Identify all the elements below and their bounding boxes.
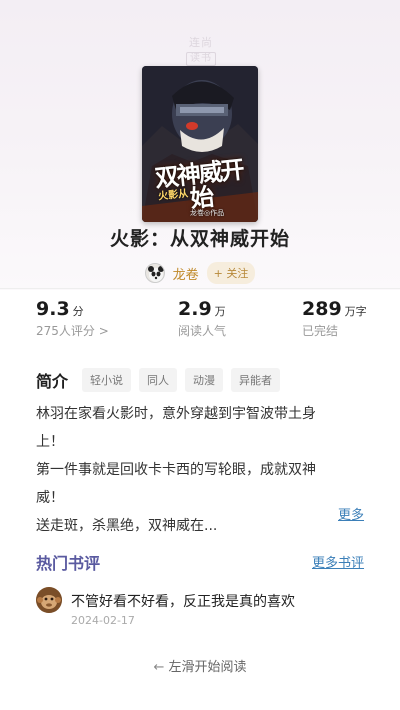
review-text[interactable]: 不管好看不好看，反正我是真的喜欢 [71, 591, 295, 611]
book-title: 火影：从双神威开始 [109, 228, 290, 250]
status-label: 已完结 [302, 324, 339, 338]
reads-stat: 2.9 万 阅读人气 [178, 298, 226, 339]
reviewer-avatar[interactable] [36, 587, 62, 613]
author-row: 龙卷 + 关注 [0, 262, 400, 284]
tag[interactable]: 同人 [139, 368, 177, 392]
panda-icon [147, 266, 164, 282]
intro-line: 林羽在家看火影时，意外穿越到宇智波带土身 [36, 406, 316, 422]
arrow-left-icon: ← [153, 660, 165, 675]
book-cover[interactable]: 双神威开始 火影从 龙卷◎作品 [142, 66, 258, 222]
reads-label: 阅读人气 [178, 324, 227, 338]
rating-count-label: 275人评分 > [36, 324, 109, 338]
intro-line: 上！ [36, 434, 64, 450]
tag-list: 轻小说 同人 动漫 异能者 [82, 368, 280, 392]
intro-line: 送走斑，杀黑绝，双神威在... [36, 518, 218, 534]
rating-value: 9.3 [36, 298, 70, 320]
review-date: 2024-02-17 [71, 614, 135, 627]
more-reviews-link[interactable]: 更多书评 [312, 552, 364, 571]
words-stat: 289 万字 已完结 [302, 298, 367, 339]
tag[interactable]: 动漫 [185, 368, 223, 392]
watermark-line2: 读书 [186, 52, 216, 66]
intro-line: 威！ [36, 490, 64, 506]
watermark-line1: 连尚 [189, 36, 213, 49]
monkey-avatar-icon [36, 587, 62, 613]
cover-author-art: 龙卷◎作品 [190, 209, 225, 217]
hot-reviews-title: 热门书评 [36, 554, 101, 573]
divider [0, 288, 400, 289]
author-avatar[interactable] [144, 263, 165, 283]
tag[interactable]: 异能者 [231, 368, 280, 392]
swipe-to-read-hint[interactable]: ← 左滑开始阅读 [0, 656, 400, 675]
cover-subtitle-art: 火影从 [157, 188, 189, 203]
author-name[interactable]: 龙卷 [173, 264, 199, 283]
tag[interactable]: 轻小说 [82, 368, 131, 392]
intro-line: 第一件事就是回收卡卡西的写轮眼，成就双神 [36, 462, 316, 478]
intro-text[interactable]: 林羽在家看火影时，意外穿越到宇智波带土身 上！ 第一件事就是回收卡卡西的写轮眼，… [36, 400, 366, 540]
intro-more-link[interactable]: 更多 [338, 504, 364, 523]
swipe-label: 左滑开始阅读 [168, 660, 247, 675]
reads-unit: 万 [214, 305, 226, 318]
rating-stat[interactable]: 9.3 分 275人评分 > [36, 298, 109, 339]
follow-button[interactable]: + 关注 [206, 262, 256, 284]
words-unit: 万字 [344, 305, 367, 318]
words-value: 289 [302, 298, 342, 320]
reads-value: 2.9 [178, 298, 212, 320]
rating-unit: 分 [72, 305, 84, 318]
intro-title: 简介 [36, 372, 69, 391]
